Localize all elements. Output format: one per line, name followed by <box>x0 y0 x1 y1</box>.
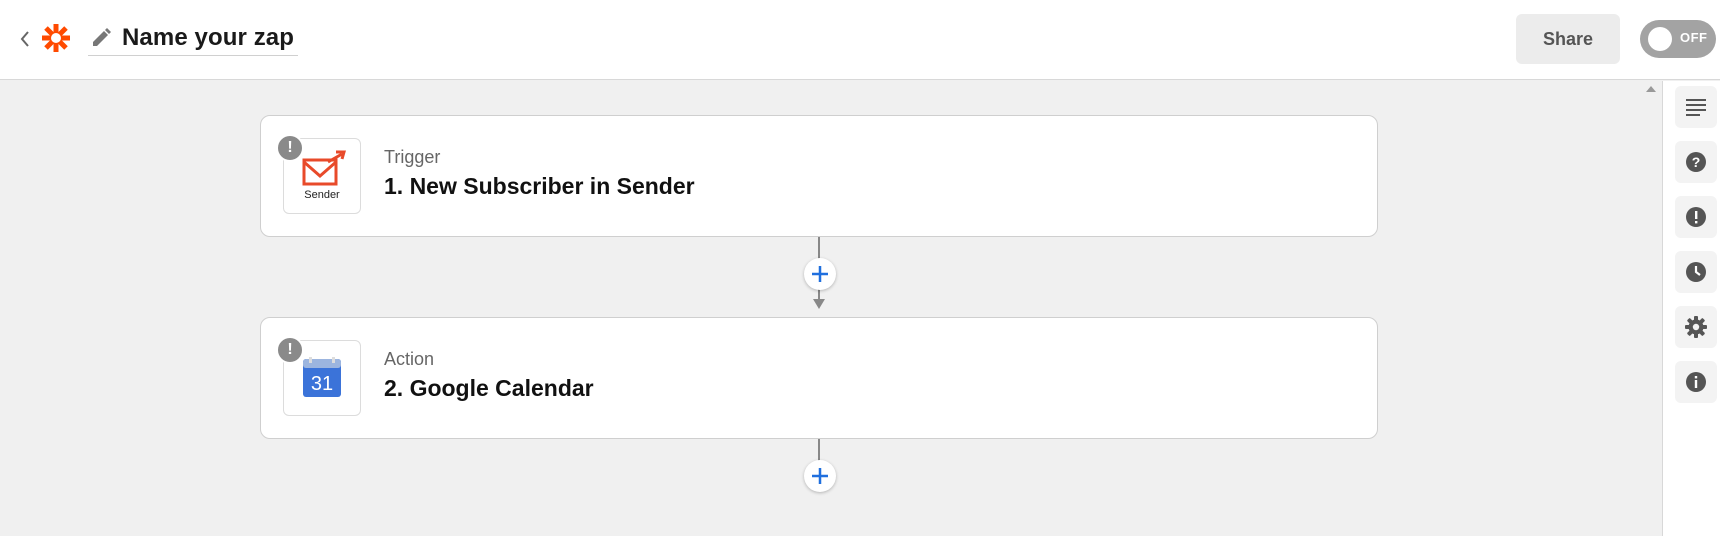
zap-on-off-toggle[interactable]: OFF <box>1640 20 1716 58</box>
share-button[interactable]: Share <box>1516 14 1620 64</box>
outline-button[interactable] <box>1675 86 1717 128</box>
right-sidebar-rail: ? <box>1662 81 1720 536</box>
arrow-down-icon <box>813 299 825 309</box>
alerts-button[interactable] <box>1675 196 1717 238</box>
scroll-up-arrow-icon[interactable] <box>1645 84 1657 94</box>
info-icon <box>1686 372 1706 392</box>
google-calendar-logo-icon: 31 <box>303 357 341 397</box>
alert-icon <box>1686 207 1706 227</box>
step-title: 2. Google Calendar <box>384 375 594 401</box>
action-step-card[interactable]: ! 31 Action 2. Google Calendar <box>260 317 1378 439</box>
help-button[interactable]: ? <box>1675 141 1717 183</box>
outline-icon <box>1686 99 1706 116</box>
plus-icon <box>812 468 828 484</box>
warning-icon: ! <box>276 134 304 162</box>
chevron-left-icon <box>20 31 29 47</box>
top-bar: Name your zap Share OFF <box>0 0 1720 80</box>
settings-button[interactable] <box>1675 306 1717 348</box>
warning-icon: ! <box>276 336 304 364</box>
back-button[interactable] <box>14 26 36 52</box>
plus-icon <box>812 266 828 282</box>
calendar-day-text: 31 <box>311 373 333 395</box>
help-icon: ? <box>1686 152 1706 172</box>
zap-name: Name your zap <box>122 23 295 51</box>
svg-text:?: ? <box>1692 154 1701 170</box>
history-button[interactable] <box>1675 251 1717 293</box>
toggle-label: OFF <box>1680 30 1708 45</box>
step-type-label: Trigger <box>384 147 441 167</box>
step-title: 1. New Subscriber in Sender <box>384 173 695 199</box>
info-button[interactable] <box>1675 361 1717 403</box>
zapier-logo-icon[interactable] <box>40 22 72 54</box>
add-step-button[interactable] <box>804 258 836 290</box>
add-step-button[interactable] <box>804 460 836 492</box>
editor-canvas: ! Sender Trigger 1. New Subscriber in Se… <box>0 81 1662 536</box>
history-icon <box>1686 262 1706 282</box>
pencil-icon <box>93 27 111 46</box>
trigger-step-card[interactable]: ! Sender Trigger 1. New Subscriber in Se… <box>260 115 1378 237</box>
sender-logo-text: Sender <box>304 189 340 201</box>
gear-icon <box>1685 316 1707 338</box>
step-type-label: Action <box>384 349 435 369</box>
zap-name-field[interactable]: Name your zap <box>88 20 299 56</box>
toggle-knob <box>1648 27 1672 51</box>
